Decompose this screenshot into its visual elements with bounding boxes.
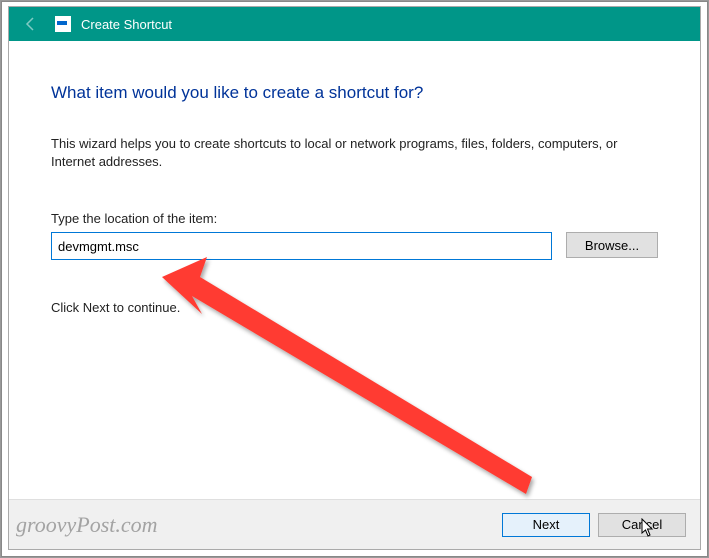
wizard-window: Create Shortcut What item would you like… (8, 6, 701, 550)
back-arrow-icon[interactable] (17, 10, 45, 38)
page-description: This wizard helps you to create shortcut… (51, 135, 658, 171)
cancel-button[interactable]: Cancel (598, 513, 686, 537)
next-button[interactable]: Next (502, 513, 590, 537)
page-heading: What item would you like to create a sho… (51, 83, 658, 103)
shortcut-icon (55, 16, 71, 32)
continue-instruction: Click Next to continue. (51, 300, 658, 315)
watermark: groovyPost.com (16, 512, 158, 538)
location-input[interactable] (51, 232, 552, 260)
browse-button[interactable]: Browse... (566, 232, 658, 258)
location-input-row: Browse... (51, 232, 658, 260)
window-title: Create Shortcut (81, 17, 172, 32)
titlebar: Create Shortcut (9, 7, 700, 41)
location-label: Type the location of the item: (51, 211, 658, 226)
wizard-content: What item would you like to create a sho… (9, 41, 700, 499)
